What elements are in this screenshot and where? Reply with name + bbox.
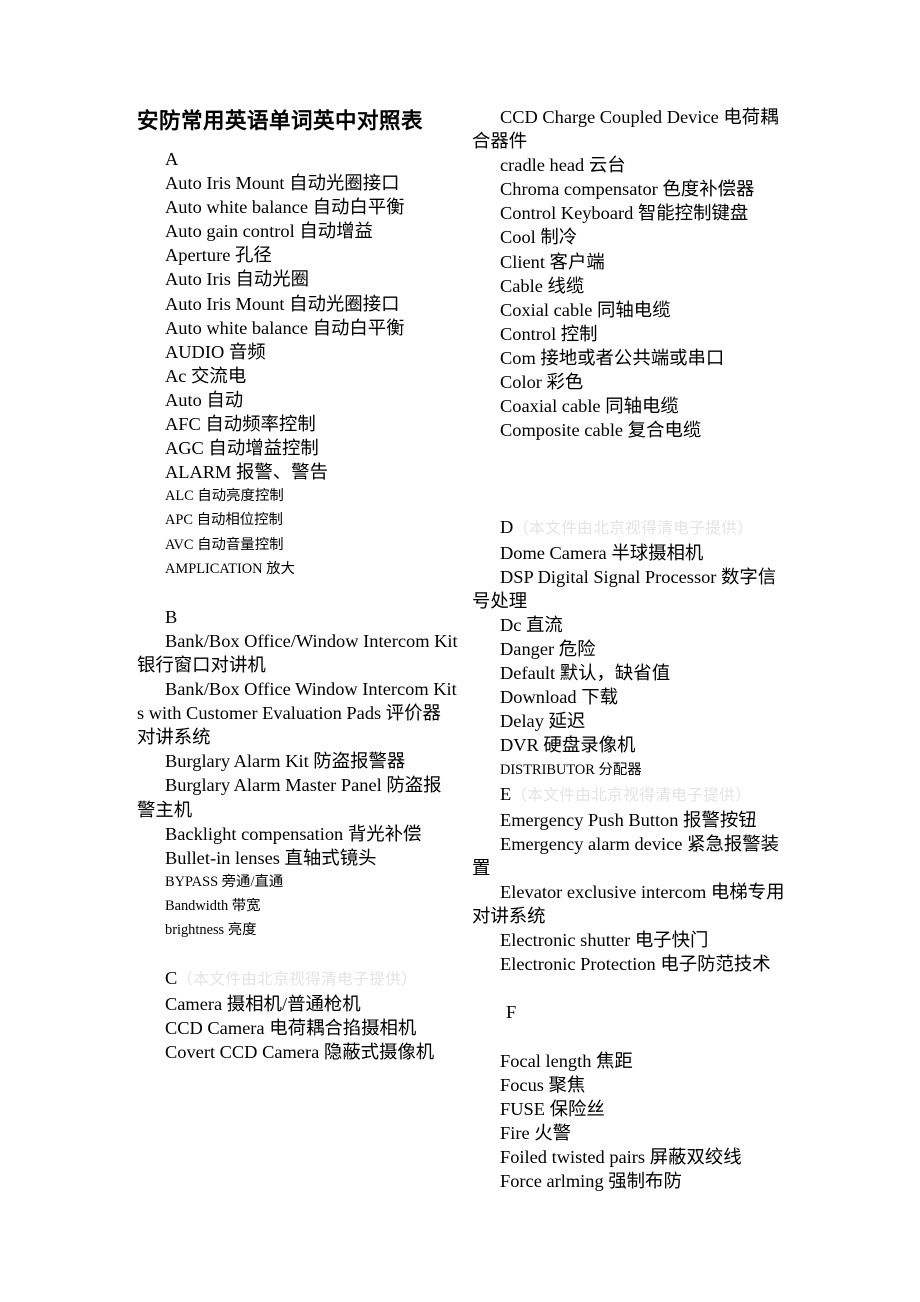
entry: Force arlming 强制布防 xyxy=(500,1171,682,1192)
entry: Burglary Alarm Kit 防盗报警器 xyxy=(165,751,406,772)
entry: DSP Digital Signal Processor 数字信号处理 xyxy=(472,566,777,611)
entry: Auto Iris 自动光圈 xyxy=(165,269,310,290)
entry: Dc 直流 xyxy=(500,614,563,635)
entry: CCD Camera 电荷耦合掐摄相机 xyxy=(165,1018,417,1039)
entry: Focus 聚焦 xyxy=(500,1074,586,1095)
entry: Fire 火警 xyxy=(500,1122,572,1143)
section-letter-d: D（本文件由北京视得清电子提供） xyxy=(472,515,794,541)
entry: Bank/Box Office/Window Intercom Kit 银行窗口… xyxy=(137,630,458,675)
section-letter-e: E（本文件由北京视得清电子提供） xyxy=(472,782,794,808)
entry: Coxial cable 同轴电缆 xyxy=(500,299,671,320)
entry: Composite cable 复合电缆 xyxy=(500,420,702,441)
entry: AUDIO 音频 xyxy=(165,341,266,362)
watermark-text: （本文件由北京视得清电子提供） xyxy=(511,786,752,804)
entry: Auto Iris Mount 自动光圈接口 xyxy=(165,173,400,194)
section-letter-text: D xyxy=(500,516,514,537)
entry: Download 下载 xyxy=(500,687,618,708)
entry: Auto gain control 自动增益 xyxy=(165,221,373,242)
entry: Client 客户端 xyxy=(500,251,605,272)
entry: ALARM 报警、警告 xyxy=(165,462,328,483)
entry: Foiled twisted pairs 屏蔽双绞线 xyxy=(500,1147,742,1168)
entry: Cable 线缆 xyxy=(500,275,585,296)
entry: Aperture 孔径 xyxy=(165,245,272,266)
entry: DISTRIBUTOR 分配器 xyxy=(500,761,642,778)
section-letter-b: B xyxy=(165,606,178,627)
entry: DVR 硬盘录像机 xyxy=(500,735,636,756)
entry: ALC 自动亮度控制 xyxy=(165,488,284,505)
entry: Auto 自动 xyxy=(165,389,244,410)
entry: Electronic shutter 电子快门 xyxy=(500,930,709,951)
entry: Ac 交流电 xyxy=(165,365,247,386)
watermark-text: （本文件由北京视得清电子提供） xyxy=(177,971,418,989)
entry: Color 彩色 xyxy=(500,372,584,393)
watermark-text: （本文件由北京视得清电子提供） xyxy=(513,519,754,537)
entry: Bank/Box Office Window Intercom Kits wit… xyxy=(137,679,457,748)
section-letter-text: C xyxy=(165,968,178,989)
entry: AFC 自动频率控制 xyxy=(165,414,316,435)
section-letter-a: A xyxy=(165,149,179,169)
entry: Emergency Push Button 报警按钮 xyxy=(500,809,757,830)
entry: APC 自动相位控制 xyxy=(165,512,283,529)
entry: Delay 延迟 xyxy=(500,711,586,732)
entry: Default 默认，缺省值 xyxy=(500,663,671,684)
entry: brightness 亮度 xyxy=(165,922,257,938)
entry: Covert CCD Camera 隐蔽式摄像机 xyxy=(165,1042,435,1063)
entry: Dome Camera 半球摄相机 xyxy=(500,542,704,563)
entry: Emergency alarm device 紧急报警装置 xyxy=(472,833,780,878)
entry: Bullet-in lenses 直轴式镜头 xyxy=(165,847,377,868)
entry: AVC 自动音量控制 xyxy=(165,536,284,553)
right-text-column: CCD Charge Coupled Device 电荷耦合器件 cradle … xyxy=(472,105,794,1193)
entry: Auto white balance 自动白平衡 xyxy=(165,197,405,218)
entry: Electronic Protection 电子防范技术 xyxy=(500,954,771,975)
entry: CCD Charge Coupled Device 电荷耦合器件 xyxy=(472,107,779,152)
entry: FUSE 保险丝 xyxy=(500,1098,605,1119)
entry: Bandwidth 带宽 xyxy=(165,897,261,914)
entry: AMPLICATION 放大 xyxy=(165,560,295,577)
entry: BYPASS 旁通/直通 xyxy=(165,873,284,890)
entry: Chroma compensator 色度补偿器 xyxy=(500,179,755,200)
document-page: 安防常用英语单词英中对照表 A Auto Iris Mount 自动光圈接口 A… xyxy=(0,0,920,1302)
entry: Backlight compensation 背光补偿 xyxy=(165,823,422,844)
entry: Control 控制 xyxy=(500,323,598,344)
entry: Cool 制冷 xyxy=(500,227,578,248)
section-letter-text: E xyxy=(500,783,512,804)
entry: Coaxial cable 同轴电缆 xyxy=(500,396,679,417)
entry: Com 接地或者公共端或串口 xyxy=(500,347,725,368)
entry: Burglary Alarm Master Panel 防盗报警主机 xyxy=(137,775,442,820)
entry: Auto Iris Mount 自动光圈接口 xyxy=(165,293,400,314)
entry: AGC 自动增益控制 xyxy=(165,438,319,459)
section-letter-c: C（本文件由北京视得清电子提供） xyxy=(137,966,459,992)
entry: Control Keyboard 智能控制键盘 xyxy=(500,203,749,224)
entry: Elevator exclusive intercom 电梯专用对讲系统 xyxy=(472,882,785,927)
section-letter-f: F xyxy=(506,1002,517,1023)
title-spacer xyxy=(137,105,459,147)
left-text-column: A Auto Iris Mount 自动光圈接口 Auto white bala… xyxy=(137,105,459,1065)
entry: cradle head 云台 xyxy=(500,155,626,176)
entry: Auto white balance 自动白平衡 xyxy=(165,317,405,338)
entry: Danger 危险 xyxy=(500,639,596,660)
entry: Camera 摄相机/普通枪机 xyxy=(165,994,361,1015)
entry: Focal length 焦距 xyxy=(500,1050,633,1071)
